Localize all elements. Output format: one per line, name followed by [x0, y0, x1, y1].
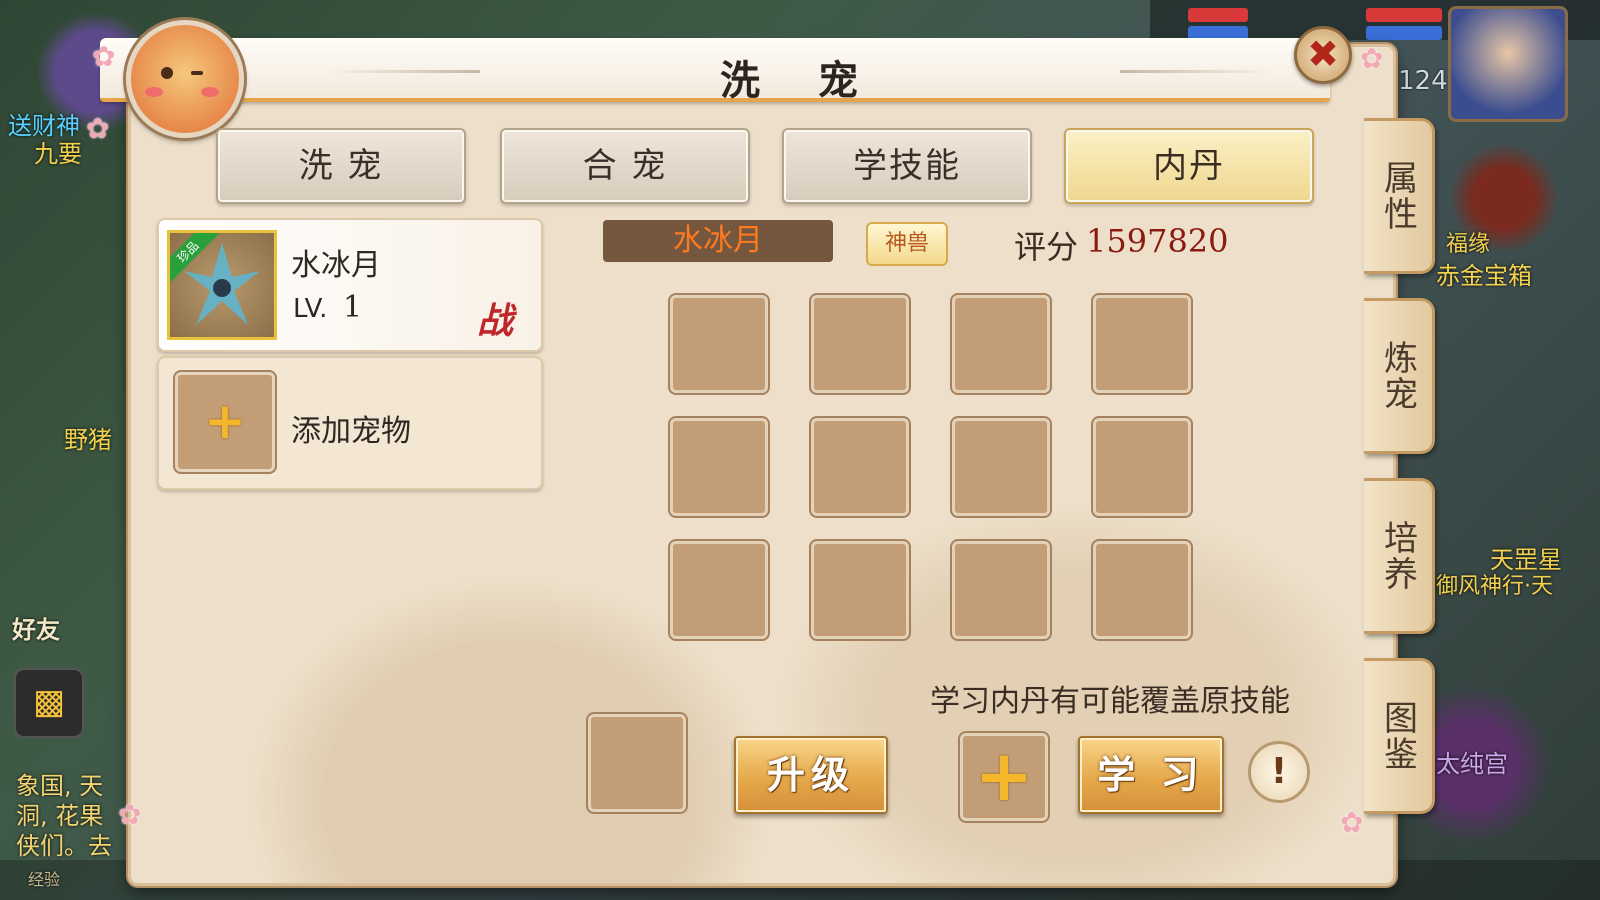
inner-core-slot[interactable]	[952, 418, 1050, 516]
chat-line-3: 侠们。去	[16, 832, 112, 860]
side-tab-refine-pet[interactable]: 炼宠	[1364, 298, 1435, 454]
add-pet-plus-icon[interactable]: +	[175, 372, 275, 472]
add-pet-label: 添加宠物	[291, 414, 411, 449]
flower-decoration-icon: ✿	[1340, 806, 1364, 839]
inner-core-slot[interactable]	[952, 541, 1050, 639]
tab-merge-pet[interactable]: 合 宠	[500, 128, 750, 204]
flower-decoration-icon: ✿	[92, 40, 116, 73]
add-core-plus-icon[interactable]: +	[960, 733, 1048, 821]
inner-core-slot[interactable]	[811, 418, 909, 516]
side-tab-attributes[interactable]: 属性	[1364, 118, 1435, 274]
pet-list-item[interactable]: 珍品 水冰月 LV. 1 战	[157, 218, 543, 352]
npc-name-jiuyao[interactable]: 九要	[34, 134, 82, 169]
flower-decoration-icon: ✿	[86, 112, 110, 145]
inner-core-slot[interactable]	[1093, 418, 1191, 516]
hp-bar	[1366, 8, 1442, 22]
score-value: 1597820	[1086, 222, 1229, 260]
panel-mascot-avatar	[126, 20, 244, 138]
mascot-eye-icon	[161, 67, 173, 79]
info-icon[interactable]: !	[1248, 741, 1310, 803]
add-pet-card[interactable]: + 添加宠物	[157, 356, 543, 490]
inner-core-slot[interactable]	[1093, 295, 1191, 393]
battle-status-badge: 战	[477, 300, 514, 342]
inner-core-slot[interactable]	[670, 418, 768, 516]
close-button[interactable]: ✖	[1294, 26, 1352, 84]
npc-title-fuyuan[interactable]: 福缘	[1446, 226, 1490, 258]
learn-button[interactable]: 学 习	[1078, 736, 1224, 814]
selected-core-slot[interactable]	[588, 714, 686, 812]
npc-name-treasure-box[interactable]: 赤金宝箱	[1436, 256, 1532, 291]
mascot-wink-icon	[191, 71, 203, 75]
pet-portrait: 珍品	[167, 230, 277, 340]
inner-core-slot[interactable]	[952, 295, 1050, 393]
mascot-cheek-icon	[201, 87, 219, 97]
flower-decoration-icon: ✿	[118, 798, 142, 831]
inner-core-hint: 学习内丹有可能覆盖原技能	[930, 684, 1290, 719]
pet-level-value: 1	[343, 290, 363, 325]
pet-level-label: LV.	[293, 294, 328, 324]
npc-name-wild-boar[interactable]: 野猪	[64, 420, 112, 455]
npc-name-yufeng[interactable]: 御风神行·天	[1436, 568, 1553, 600]
side-tab-codex[interactable]: 图鉴	[1364, 658, 1435, 814]
inner-core-slot[interactable]	[1093, 541, 1191, 639]
inner-core-slot[interactable]	[811, 541, 909, 639]
mp-bar	[1366, 26, 1442, 40]
upgrade-button[interactable]: 升级	[734, 736, 888, 814]
score-label: 评分	[1014, 228, 1079, 266]
friends-button[interactable]: 好友	[12, 610, 60, 645]
pet-name: 水冰月	[291, 248, 381, 283]
flower-decoration-icon: ✿	[1360, 42, 1384, 75]
mascot-cheek-icon	[145, 87, 163, 97]
pet-hp-bar	[1188, 8, 1248, 22]
chat-icon[interactable]: ▩	[14, 668, 84, 738]
inner-core-slot[interactable]	[670, 541, 768, 639]
tab-learn-skill[interactable]: 学技能	[782, 128, 1032, 204]
tab-inner-core[interactable]: 内丹	[1064, 128, 1314, 204]
exp-label: 经验	[28, 870, 61, 889]
inner-core-slot[interactable]	[811, 295, 909, 393]
tab-wash-pet[interactable]: 洗 宠	[216, 128, 466, 204]
selected-pet-name: 水冰月	[603, 220, 833, 262]
divine-beast-badge: 神兽	[866, 222, 948, 266]
inner-core-slot[interactable]	[670, 295, 768, 393]
location-label: 太纯宫	[1436, 750, 1508, 778]
side-tab-cultivate[interactable]: 培养	[1364, 478, 1435, 634]
